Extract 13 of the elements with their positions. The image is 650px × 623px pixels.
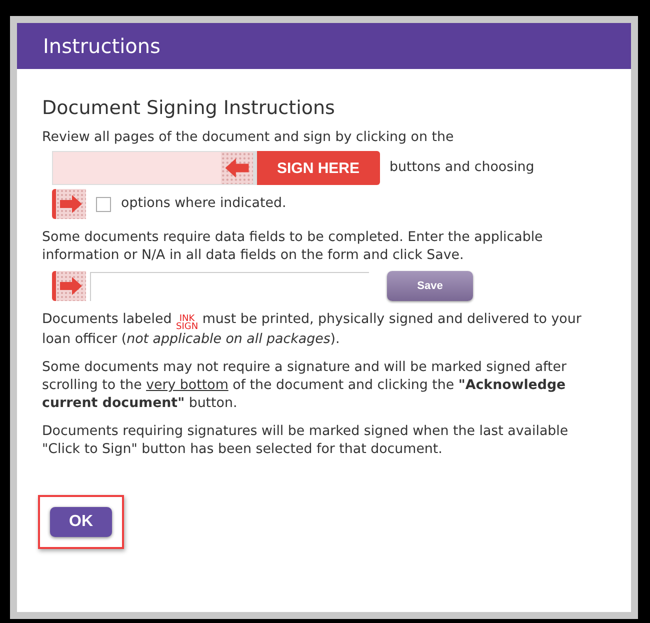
- dialog-title: Instructions: [17, 23, 631, 69]
- instruction-text: Some documents require data fields to be completed. Enter the applicable information or N/A in all data fields on the form and click Save.: [42, 229, 544, 265]
- instructions-heading: Document Signing Instructions: [42, 99, 336, 117]
- ok-button[interactable]: OK: [50, 507, 112, 537]
- instruction-text: options where indicated.: [121, 195, 286, 213]
- ink-sign-label: INK SIGN: [176, 315, 198, 331]
- checkbox[interactable]: [96, 196, 111, 212]
- save-button[interactable]: Save: [387, 271, 473, 301]
- sign-here-button[interactable]: SIGN HERE: [253, 151, 380, 185]
- instruction-text: Documents requiring signatures will be marked signed when the last available "Click to Sign" button has been selected for that document.: [42, 423, 570, 459]
- instruction-text: buttons and choosing: [390, 159, 534, 177]
- instruction-text: Review all pages of the document and sign by clicking on the: [42, 129, 455, 147]
- instruction-text: Some documents may not require a signature and will be marked signed after scrolling to the very bottom of the document and clicking the "Acknowledge current document" button.: [42, 359, 568, 413]
